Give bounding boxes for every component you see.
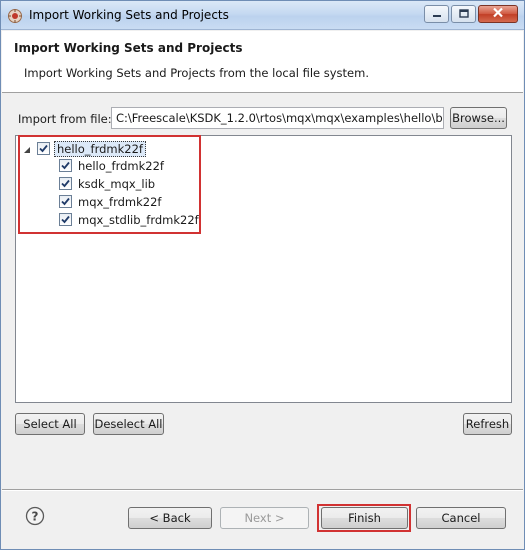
dialog-window: Import Working Sets and Projects Import … (0, 0, 525, 550)
import-path-field[interactable]: C:\Freescale\KSDK_1.2.0\rtos\mqx\mqx\exa… (111, 107, 444, 129)
maximize-icon (458, 7, 469, 21)
highlight-box-tree (18, 135, 201, 234)
select-all-button[interactable]: Select All (15, 413, 85, 435)
svg-text:?: ? (32, 510, 39, 524)
highlight-box-finish (317, 504, 411, 532)
minimize-button[interactable] (424, 5, 449, 23)
next-button[interactable]: Next > (220, 507, 309, 529)
minimize-icon (432, 7, 442, 21)
app-icon (7, 8, 23, 24)
deselect-all-button[interactable]: Deselect All (93, 413, 164, 435)
close-button[interactable] (478, 5, 518, 23)
import-from-file-label: Import from file: (18, 112, 112, 126)
title-bar[interactable]: Import Working Sets and Projects (1, 1, 524, 30)
footer-separator-highlight (2, 490, 523, 491)
cancel-button[interactable]: Cancel (416, 507, 506, 529)
refresh-button[interactable]: Refresh (463, 413, 512, 435)
close-icon (492, 7, 504, 21)
header-description: Import Working Sets and Projects from th… (24, 66, 369, 80)
wizard-header: Import Working Sets and Projects Import … (2, 31, 523, 93)
help-icon[interactable]: ? (25, 506, 45, 526)
browse-button[interactable]: Browse... (450, 107, 507, 129)
maximize-button[interactable] (451, 5, 476, 23)
window-title: Import Working Sets and Projects (29, 8, 229, 22)
back-button[interactable]: < Back (128, 507, 212, 529)
header-title: Import Working Sets and Projects (14, 41, 243, 55)
